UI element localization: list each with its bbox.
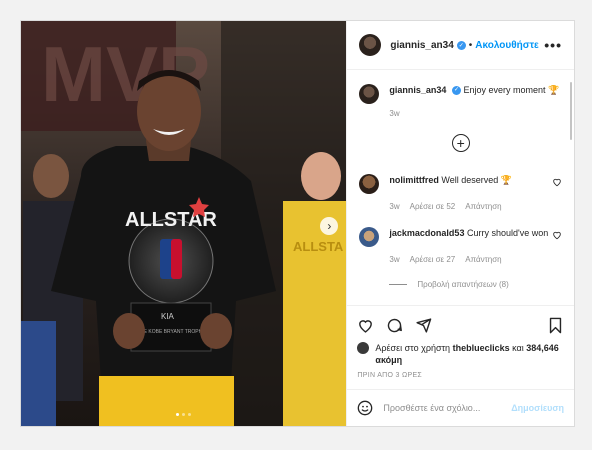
load-more-comments[interactable]: +	[359, 134, 562, 152]
caption-avatar[interactable]	[359, 84, 380, 104]
caption-username[interactable]: giannis_an34	[389, 85, 446, 95]
comments-scrollbar[interactable]	[570, 82, 572, 140]
commenter-avatar[interactable]	[359, 174, 380, 194]
likes-prefix: Αρέσει στο χρήστη	[375, 343, 451, 353]
verified-icon: ✓	[456, 40, 466, 50]
replies-line	[389, 284, 408, 285]
liker-avatar[interactable]	[357, 342, 370, 354]
post-comment-button[interactable]: Δημοσίευση	[511, 403, 564, 413]
comment-input[interactable]	[383, 403, 512, 413]
share-icon[interactable]	[415, 317, 432, 334]
photo-illustration: MVP ALLSTA ALLSTAR KIA THE KOBE BRYA	[21, 21, 347, 426]
instagram-post: MVP ALLSTA ALLSTAR KIA THE KOBE BRYA	[20, 20, 575, 427]
follow-button[interactable]: Ακολουθήστε	[475, 40, 539, 51]
verified-icon: ✓	[451, 86, 461, 96]
slide-dot	[182, 413, 186, 416]
caption-time[interactable]: 3w	[389, 107, 399, 120]
caption-text: Enjoy every moment 🏆	[463, 85, 560, 95]
author-username[interactable]: giannis_an34	[390, 40, 453, 51]
comment-time[interactable]: 3w	[389, 202, 399, 211]
plus-circle-icon[interactable]: +	[451, 134, 470, 152]
more-options-icon[interactable]: •••	[544, 37, 562, 53]
view-replies-label[interactable]: Προβολή απαντήσεων (8)	[417, 280, 508, 289]
comment-composer: Δημοσίευση	[347, 389, 574, 426]
background-jersey-text: ALLSTA	[293, 239, 344, 254]
view-replies-button[interactable]: Προβολή απαντήσεων (8)	[389, 280, 562, 289]
commenter-username[interactable]: jackmacdonald53	[389, 228, 464, 238]
comment-item: jackmacdonald53 Curry should've won 3w Α…	[359, 227, 562, 264]
comment-icon[interactable]	[386, 317, 403, 334]
heart-icon[interactable]	[357, 317, 374, 334]
emoji-icon[interactable]	[357, 400, 373, 416]
post-photo[interactable]: MVP ALLSTA ALLSTAR KIA THE KOBE BRYA	[21, 21, 347, 426]
slide-dot	[188, 413, 192, 416]
author-avatar[interactable]	[359, 34, 382, 56]
caption: giannis_an34 ✓ Enjoy every moment 🏆 3w	[359, 84, 562, 120]
comments-section[interactable]: giannis_an34 ✓ Enjoy every moment 🏆 3w +…	[347, 70, 574, 305]
comment-item: nolimittfred Well deserved 🏆 3w Αρέσει σ…	[359, 174, 562, 211]
slide-dot	[176, 413, 180, 416]
likes-and: και	[512, 343, 524, 353]
commenter-avatar[interactable]	[359, 227, 380, 247]
post-header: giannis_an34 ✓ • Ακολουθήστε •••	[347, 21, 574, 70]
comment-text: Well deserved 🏆	[441, 175, 512, 185]
commenter-username[interactable]: nolimittfred	[389, 175, 439, 185]
likes-summary: Αρέσει στο χρήστη theblueclicks και 384,…	[357, 342, 564, 366]
comment-likes[interactable]: Αρέσει σε 52	[410, 202, 456, 211]
comment-like-icon[interactable]	[552, 230, 562, 240]
trophy-plaque: THE KOBE BRYANT TROPHY	[137, 329, 206, 335]
post-timestamp[interactable]: ΠΡΙΝ ΑΠΟ 3 ΩΡΕΣ	[357, 372, 564, 379]
slide-indicator	[21, 413, 346, 416]
comment-time[interactable]: 3w	[389, 255, 399, 264]
liker-username[interactable]: theblueclicks	[453, 343, 510, 353]
bookmark-icon[interactable]	[547, 317, 564, 334]
comment-like-icon[interactable]	[552, 177, 562, 187]
separator-dot: •	[468, 39, 473, 51]
post-actions: Αρέσει στο χρήστη theblueclicks και 384,…	[347, 305, 574, 379]
trophy-brand: KIA	[161, 312, 175, 321]
reply-button[interactable]: Απάντηση	[465, 202, 501, 211]
comment-likes[interactable]: Αρέσει σε 27	[410, 255, 456, 264]
reply-button[interactable]: Απάντηση	[465, 255, 501, 264]
comment-text: Curry should've won	[466, 228, 549, 238]
post-sidebar: giannis_an34 ✓ • Ακολουθήστε ••• giannis…	[346, 21, 574, 426]
